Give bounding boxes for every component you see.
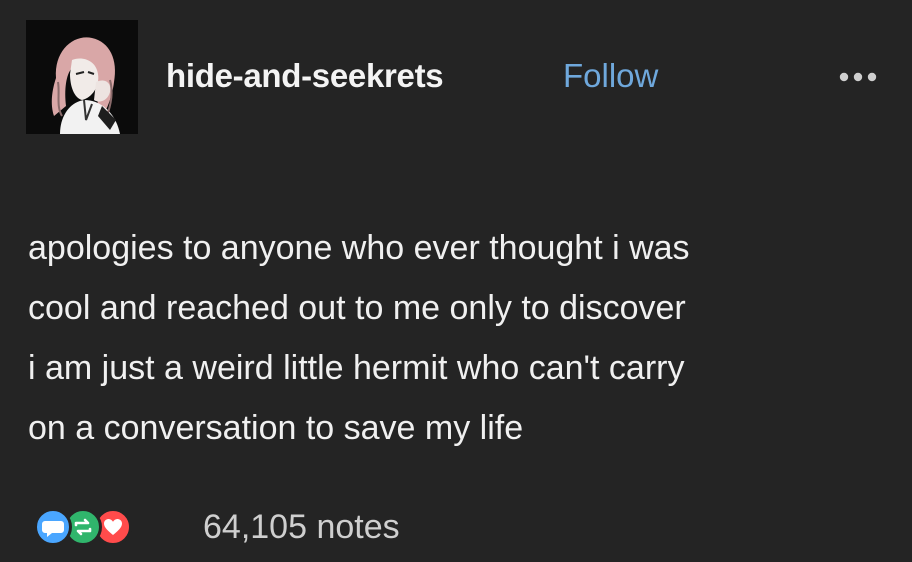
post-body-line: cool and reached out to me only to disco… (28, 289, 686, 327)
more-options-button[interactable] (836, 62, 880, 92)
post-body-line: i am just a weird little hermit who can'… (28, 349, 685, 387)
post-card: hide-and-seekrets Follow apologies to an… (0, 0, 912, 562)
post-body: apologies to anyone who ever thought i w… (28, 218, 888, 458)
comment-icon (34, 508, 72, 546)
avatar[interactable] (26, 20, 138, 134)
notes-count[interactable]: 64,105 notes (203, 500, 400, 554)
follow-button[interactable]: Follow (563, 52, 658, 100)
post-body-line: on a conversation to save my life (28, 409, 524, 447)
more-horizontal-icon (839, 72, 877, 82)
avatar-illustration (26, 20, 138, 134)
post-body-line: apologies to anyone who ever thought i w… (28, 229, 690, 267)
blog-username[interactable]: hide-and-seekrets (166, 52, 444, 100)
